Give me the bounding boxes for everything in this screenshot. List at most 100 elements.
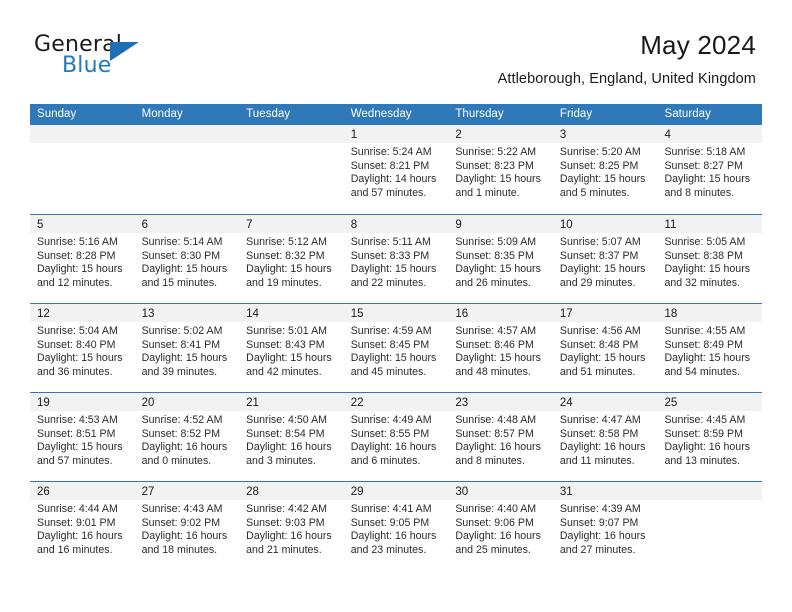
day-number-band: 28	[239, 482, 344, 500]
calendar-page: General Blue May 2024 Attleborough, Engl…	[0, 0, 792, 612]
sunrise-text: Sunrise: 4:44 AM	[37, 503, 118, 515]
day-cell[interactable]: 23 Sunrise: 4:48 AM Sunset: 8:57 PM Dayligh…	[448, 393, 553, 481]
day-number-band: 19	[30, 393, 135, 411]
day-details: Sunrise: 4:43 AM Sunset: 9:02 PM Daylight:…	[135, 500, 240, 557]
day-number-band: 22	[343, 393, 449, 411]
general-blue-logo[interactable]: General Blue	[34, 32, 244, 88]
day-cell[interactable]: 10 Sunrise: 5:07 AM Sunset: 8:37 PM Dayligh…	[552, 215, 658, 303]
sunrise-text: Sunrise: 4:41 AM	[350, 503, 432, 515]
day-cell[interactable]: 24 Sunrise: 4:47 AM Sunset: 8:58 PM Dayligh…	[552, 393, 658, 481]
daylight-text: Daylight: 15 hours and 29 minutes.	[559, 263, 646, 289]
day-cell[interactable]: 20 Sunrise: 4:52 AM Sunset: 8:52 PM Dayligh…	[134, 393, 240, 481]
sunrise-text: Sunrise: 5:16 AM	[37, 236, 118, 248]
day-cell[interactable]: 8 Sunrise: 5:11 AM Sunset: 8:33 PM Daylight…	[343, 215, 449, 303]
sunset-text: Sunset: 8:41 PM	[141, 338, 221, 351]
sunrise-text: Sunrise: 4:39 AM	[559, 503, 641, 515]
day-cell[interactable]: 4 Sunrise: 5:18 AM Sunset: 8:27 PM Daylight…	[657, 125, 763, 214]
day-number: 20	[141, 397, 155, 409]
day-number-band: 5	[30, 215, 135, 233]
sunset-text: Sunset: 8:23 PM	[455, 159, 534, 172]
day-cell[interactable]: 30 Sunrise: 4:40 AM Sunset: 9:06 PM Dayligh…	[448, 482, 553, 570]
day-number: 19	[37, 397, 50, 409]
sunrise-text: Sunrise: 5:22 AM	[455, 146, 537, 158]
day-cell[interactable]: 14 Sunrise: 5:01 AM Sunset: 8:43 PM Dayligh…	[239, 304, 344, 392]
day-details: Sunrise: 5:09 AM Sunset: 8:35 PM Daylight:…	[448, 233, 553, 290]
day-cell[interactable]: 26 Sunrise: 4:44 AM Sunset: 9:01 PM Dayligh…	[30, 482, 135, 570]
day-cell[interactable]: 25 Sunrise: 4:45 AM Sunset: 8:59 PM Dayligh…	[657, 393, 763, 481]
day-number: 18	[664, 308, 678, 320]
sunrise-text: Sunrise: 4:47 AM	[559, 414, 641, 426]
day-cell[interactable]: 7 Sunrise: 5:12 AM Sunset: 8:32 PM Daylight…	[239, 215, 344, 303]
day-number-band: 8	[343, 215, 449, 233]
sunrise-text: Sunrise: 4:55 AM	[664, 325, 746, 337]
sunset-text: Sunset: 8:27 PM	[664, 159, 743, 172]
day-number-band: 26	[30, 482, 135, 500]
day-cell-empty	[30, 125, 135, 214]
daylight-text: Daylight: 15 hours and 51 minutes.	[559, 352, 646, 378]
sunrise-text: Sunrise: 4:57 AM	[455, 325, 537, 337]
sunset-text: Sunset: 8:25 PM	[559, 159, 639, 172]
day-cell[interactable]: 11 Sunrise: 5:05 AM Sunset: 8:38 PM Dayligh…	[657, 215, 763, 303]
day-cell[interactable]: 9 Sunrise: 5:09 AM Sunset: 8:35 PM Daylight…	[448, 215, 553, 303]
day-number-band: 9	[448, 215, 553, 233]
sunset-text: Sunset: 8:21 PM	[350, 159, 430, 172]
logo-word-blue: Blue	[62, 53, 112, 78]
day-details: Sunrise: 4:42 AM Sunset: 9:03 PM Daylight:…	[239, 500, 344, 557]
day-cell[interactable]: 27 Sunrise: 4:43 AM Sunset: 9:02 PM Dayligh…	[134, 482, 240, 570]
day-cell[interactable]: 16 Sunrise: 4:57 AM Sunset: 8:46 PM Dayligh…	[448, 304, 553, 392]
day-cell[interactable]: 12 Sunrise: 5:04 AM Sunset: 8:40 PM Dayligh…	[30, 304, 135, 392]
day-cell[interactable]: 21 Sunrise: 4:50 AM Sunset: 8:54 PM Dayligh…	[239, 393, 344, 481]
daylight-text: Daylight: 15 hours and 12 minutes.	[37, 263, 123, 289]
sunset-text: Sunset: 9:02 PM	[141, 516, 221, 529]
day-details: Sunrise: 4:52 AM Sunset: 8:52 PM Daylight:…	[135, 411, 240, 468]
page-subtitle: Attleborough, England, United Kingdom	[497, 71, 756, 87]
page-header: General Blue May 2024 Attleborough, Engl…	[34, 30, 756, 96]
day-details: Sunrise: 5:02 AM Sunset: 8:41 PM Daylight:…	[135, 322, 240, 379]
day-cell[interactable]: 29 Sunrise: 4:41 AM Sunset: 9:05 PM Dayligh…	[343, 482, 449, 570]
weekday-header-wednesday: Wednesday	[350, 108, 412, 120]
day-number: 28	[246, 486, 259, 498]
day-number: 26	[37, 486, 50, 498]
day-cell[interactable]: 6 Sunrise: 5:14 AM Sunset: 8:30 PM Daylight…	[134, 215, 240, 303]
day-details: Sunrise: 4:50 AM Sunset: 8:54 PM Daylight:…	[239, 411, 344, 468]
day-cell[interactable]: 13 Sunrise: 5:02 AM Sunset: 8:41 PM Dayligh…	[134, 304, 240, 392]
day-cell[interactable]: 5 Sunrise: 5:16 AM Sunset: 8:28 PM Daylight…	[30, 215, 135, 303]
day-number-band	[657, 482, 763, 500]
calendar-week-row: 19 Sunrise: 4:53 AM Sunset: 8:51 PM Dayligh…	[30, 392, 763, 481]
day-cell-empty	[134, 125, 240, 214]
day-cell[interactable]: 28 Sunrise: 4:42 AM Sunset: 9:03 PM Dayligh…	[239, 482, 344, 570]
day-number: 2	[455, 129, 462, 141]
day-number: 8	[350, 219, 358, 231]
sunset-text: Sunset: 8:52 PM	[141, 427, 221, 440]
day-cell[interactable]: 19 Sunrise: 4:53 AM Sunset: 8:51 PM Dayligh…	[30, 393, 135, 481]
day-number: 31	[559, 486, 573, 498]
day-number-band: 31	[552, 482, 658, 500]
weekday-header-monday: Monday	[141, 108, 183, 120]
day-cell[interactable]: 17 Sunrise: 4:56 AM Sunset: 8:48 PM Dayligh…	[552, 304, 658, 392]
day-number-band: 30	[448, 482, 553, 500]
day-cell-empty	[657, 482, 763, 570]
day-cell[interactable]: 22 Sunrise: 4:49 AM Sunset: 8:55 PM Dayligh…	[343, 393, 449, 481]
day-number-band: 15	[343, 304, 449, 322]
daylight-text: Daylight: 15 hours and 22 minutes.	[350, 263, 437, 289]
day-number-band: 27	[134, 482, 240, 500]
sunrise-text: Sunrise: 4:40 AM	[455, 503, 537, 515]
day-cell[interactable]: 18 Sunrise: 4:55 AM Sunset: 8:49 PM Dayligh…	[657, 304, 763, 392]
day-cell[interactable]: 3 Sunrise: 5:20 AM Sunset: 8:25 PM Daylight…	[552, 125, 658, 214]
day-cell-empty	[239, 125, 344, 214]
daylight-text: Daylight: 15 hours and 15 minutes.	[141, 263, 228, 289]
day-cell[interactable]: 15 Sunrise: 4:59 AM Sunset: 8:45 PM Dayligh…	[343, 304, 449, 392]
day-cell[interactable]: 1 Sunrise: 5:24 AM Sunset: 8:21 PM Daylight…	[343, 125, 449, 214]
day-cell[interactable]: 31 Sunrise: 4:39 AM Sunset: 9:07 PM Dayligh…	[552, 482, 658, 570]
sunrise-text: Sunrise: 5:14 AM	[141, 236, 223, 248]
day-details: Sunrise: 5:24 AM Sunset: 8:21 PM Daylight:…	[344, 143, 449, 200]
day-number-band: 16	[448, 304, 553, 322]
sunrise-text: Sunrise: 4:52 AM	[141, 414, 223, 426]
day-number-band: 17	[552, 304, 658, 322]
day-cell[interactable]: 2 Sunrise: 5:22 AM Sunset: 8:23 PM Daylight…	[448, 125, 553, 214]
day-details: Sunrise: 5:05 AM Sunset: 8:38 PM Daylight:…	[657, 233, 762, 290]
day-number-band: 13	[134, 304, 240, 322]
daylight-text: Daylight: 16 hours and 0 minutes.	[141, 441, 228, 467]
sunrise-text: Sunrise: 5:05 AM	[664, 236, 746, 248]
sunset-text: Sunset: 8:49 PM	[664, 338, 743, 351]
